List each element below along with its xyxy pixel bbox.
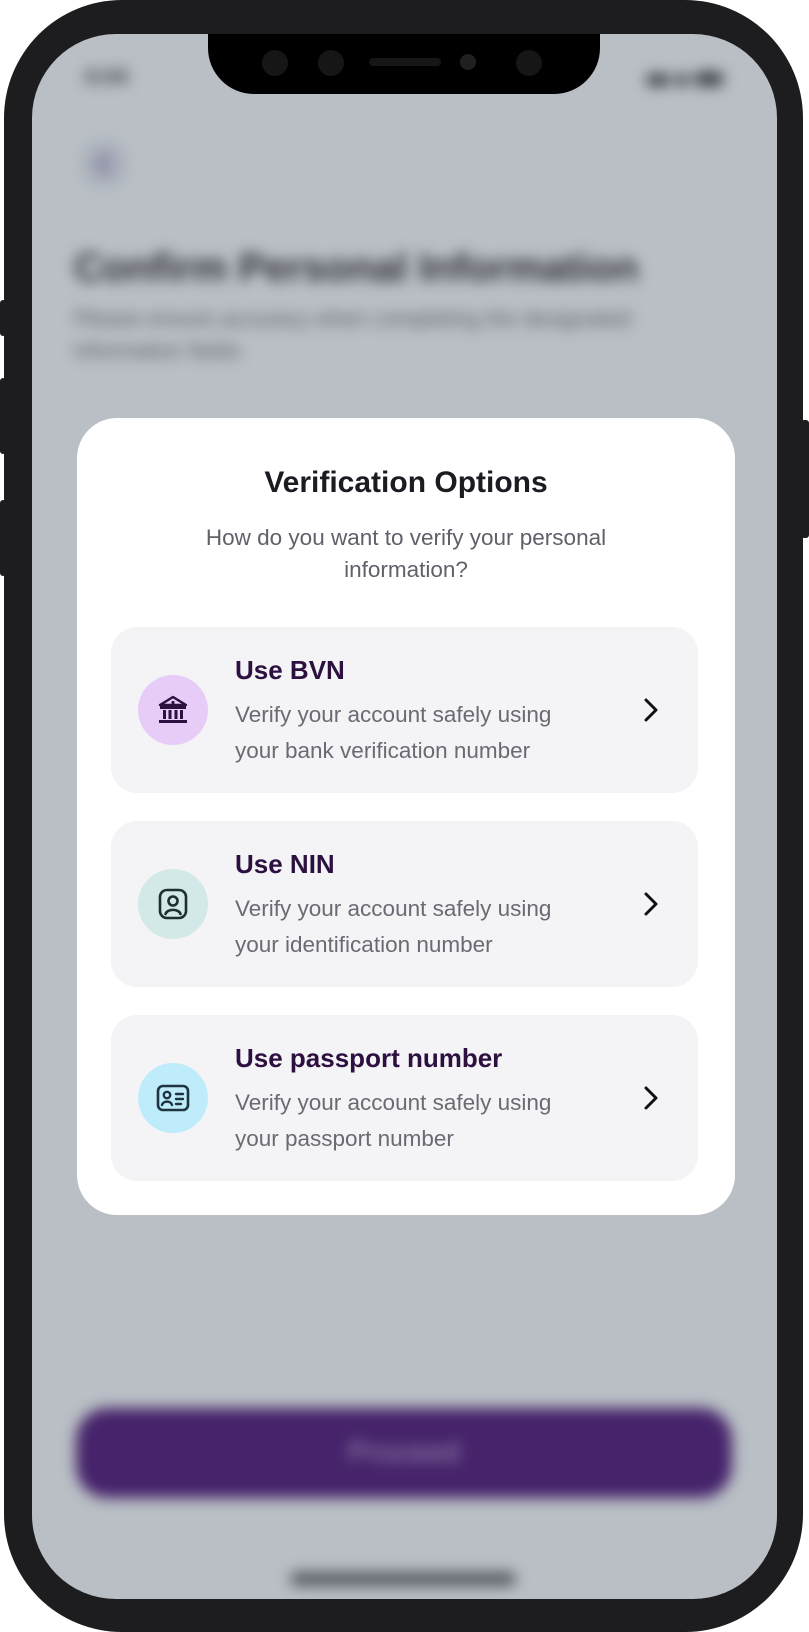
option-description-line1: Verify your account safely using xyxy=(235,702,552,727)
option-description-line1: Verify your account safely using xyxy=(235,1090,552,1115)
sensor-dot xyxy=(318,50,344,76)
home-indicator xyxy=(290,1572,516,1586)
id-card-icon xyxy=(156,1084,190,1112)
chevron-right-icon xyxy=(644,892,658,916)
bank-icon xyxy=(158,695,188,723)
option-description-line1: Verify your account safely using xyxy=(235,896,552,921)
volume-down-button xyxy=(0,500,6,576)
status-time: 4:04 xyxy=(84,64,129,89)
option-description: Verify your account safely using your pa… xyxy=(235,1085,615,1157)
bank-icon-badge xyxy=(138,675,208,745)
screen: 4:04 Confirm Personal Information Please… xyxy=(32,34,777,1599)
page-subtitle-line1: Please ensure accuracy when completing t… xyxy=(74,306,631,331)
page-subtitle-line2: information fields xyxy=(74,338,241,363)
proceed-label: Proceed xyxy=(348,1436,460,1469)
option-description-line2: your identification number xyxy=(235,932,493,957)
option-description-line2: your passport number xyxy=(235,1126,454,1151)
id-badge-icon xyxy=(158,888,188,920)
sensor-dot xyxy=(262,50,288,76)
modal-subtitle-line1: How do you want to verify your personal xyxy=(205,525,607,550)
chevron-right-icon xyxy=(644,698,658,722)
modal-subtitle-line2: information? xyxy=(344,557,468,582)
option-description: Verify your account safely using your id… xyxy=(235,891,615,963)
sensor-dot xyxy=(516,50,542,76)
status-icons xyxy=(647,72,723,86)
id-badge-icon-badge xyxy=(138,869,208,939)
earpiece-speaker xyxy=(369,58,441,66)
option-description: Verify your account safely using your ba… xyxy=(235,697,615,769)
front-camera xyxy=(460,54,476,70)
page-title: Confirm Personal Information xyxy=(74,246,639,290)
option-title: Use passport number xyxy=(235,1043,503,1073)
power-button xyxy=(801,420,809,538)
option-title: Use NIN xyxy=(235,849,335,879)
arrow-left-icon xyxy=(97,154,110,174)
id-card-icon-badge xyxy=(138,1063,208,1133)
phone-notch xyxy=(208,34,600,94)
verification-options-modal: Verification Options How do you want to … xyxy=(77,418,735,1215)
volume-up-button xyxy=(0,378,6,454)
chevron-right-icon xyxy=(644,1086,658,1110)
modal-subtitle: How do you want to verify your personal … xyxy=(167,522,645,586)
mute-switch xyxy=(0,300,6,336)
option-use-passport-number[interactable]: Use passport number Verify your account … xyxy=(111,1015,698,1181)
back-button[interactable] xyxy=(82,142,126,186)
option-title: Use BVN xyxy=(235,655,345,685)
proceed-button[interactable]: Proceed xyxy=(76,1408,732,1498)
option-description-line2: your bank verification number xyxy=(235,738,531,763)
option-use-nin[interactable]: Use NIN Verify your account safely using… xyxy=(111,821,698,987)
modal-title: Verification Options xyxy=(264,466,548,499)
option-use-bvn[interactable]: Use BVN Verify your account safely using… xyxy=(111,627,698,793)
